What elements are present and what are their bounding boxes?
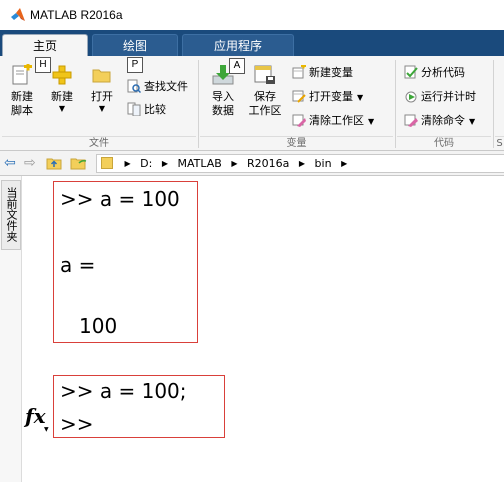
new-dropdown-arrow-icon: ▼ <box>58 104 66 113</box>
back-arrow-icon[interactable]: ⇦ <box>4 156 16 170</box>
folder-icon <box>101 157 113 169</box>
breadcrumb-matlab[interactable]: MATLAB <box>178 155 222 172</box>
clear-workspace-icon <box>292 113 306 127</box>
ribbon-toolbar: 新建 脚本 新建 ▼ 打开 ▼ 查找文件 比较 文件 导入 数据 保存 工作区 … <box>0 56 504 151</box>
run-and-time-label: 运行并计时 <box>421 90 476 103</box>
breadcrumb-separator-icon: ▶ <box>161 159 168 168</box>
analyze-code-label: 分析代码 <box>421 66 465 79</box>
browse-folder-icon[interactable] <box>70 155 88 173</box>
find-files-icon <box>127 79 142 94</box>
new-script-icon <box>10 62 34 86</box>
group-label-next: S <box>495 136 504 149</box>
breadcrumb-drive[interactable]: D: <box>140 155 152 172</box>
open-label: 打开 <box>91 90 113 103</box>
new-variable-label: 新建变量 <box>309 66 353 79</box>
open-variable-label: 打开变量 <box>309 90 353 103</box>
new-script-label: 新建 脚本 <box>11 90 33 117</box>
clear-workspace-label: 清除工作区 <box>309 114 364 127</box>
keytip-p: P <box>127 57 143 73</box>
tab-home[interactable]: 主页 <box>2 34 88 56</box>
open-dropdown-arrow-icon: ▼ <box>98 104 106 113</box>
run-and-time-icon <box>404 89 418 103</box>
ribbon-separator <box>395 60 396 148</box>
open-variable-icon <box>292 89 306 103</box>
find-files-button[interactable]: 查找文件 <box>127 78 188 96</box>
import-data-label: 导入 数据 <box>212 90 234 117</box>
title-bar: MATLAB R2016a <box>0 0 504 30</box>
breadcrumb-separator-icon: ▶ <box>124 159 131 168</box>
analyze-code-icon <box>404 65 418 79</box>
compare-icon <box>127 102 141 117</box>
save-workspace-button[interactable]: 保存 工作区 <box>246 64 284 118</box>
keytip-h: H <box>35 57 51 73</box>
tab-plots[interactable]: 绘图 <box>92 34 178 56</box>
group-label-variable: 变量 <box>200 136 393 150</box>
command-window-gutter <box>22 176 52 482</box>
breadcrumb-bin[interactable]: bin <box>315 155 332 172</box>
clear-commands-label: 清除命令 <box>421 114 465 127</box>
fx-dropdown-arrow-icon: ▼ <box>44 426 49 433</box>
breadcrumb-separator-icon: ▶ <box>231 159 238 168</box>
current-folder-tab[interactable]: 当前文件夹 <box>1 180 21 250</box>
analyze-code-button[interactable]: 分析代码 <box>404 64 465 82</box>
group-label-file: 文件 <box>2 136 196 150</box>
command-prompt[interactable]: >> <box>60 412 94 436</box>
folder-open-icon <box>90 64 114 86</box>
up-folder-icon[interactable] <box>46 155 62 173</box>
command-line: >> a = 100; <box>60 379 187 403</box>
breadcrumb-r2016a[interactable]: R2016a <box>247 155 289 172</box>
clear-workspace-button[interactable]: 清除工作区 ▼ <box>292 112 374 130</box>
open-button[interactable]: 打开 ▼ <box>86 64 118 114</box>
save-workspace-label: 保存 工作区 <box>248 90 282 117</box>
output-variable-name: a = <box>60 253 96 277</box>
output-value: 100 <box>79 314 118 338</box>
clear-commands-dropdown-arrow-icon: ▼ <box>469 117 476 126</box>
command-line: >> a = 100 <box>60 187 180 211</box>
breadcrumb[interactable]: ▶ D: ▶ MATLAB ▶ R2016a ▶ bin ▶ <box>96 154 504 173</box>
compare-label: 比较 <box>144 103 166 116</box>
collapsed-side-panel: 当前文件夹 <box>0 176 22 482</box>
function-browser-fx-icon[interactable]: fx <box>25 404 46 428</box>
new-label: 新建 <box>51 90 73 103</box>
current-folder-tab-label: 当前文件夹 <box>5 187 18 242</box>
compare-button[interactable]: 比较 <box>127 101 166 119</box>
breadcrumb-separator-icon: ▶ <box>298 159 306 168</box>
matlab-logo-icon <box>11 8 25 21</box>
find-files-label: 查找文件 <box>144 80 188 93</box>
open-variable-button[interactable]: 打开变量 ▼ <box>292 88 363 106</box>
keytip-a: A <box>229 58 245 74</box>
clear-commands-icon <box>404 113 418 127</box>
ribbon-tab-strip: 主页 绘图 应用程序 <box>0 30 504 56</box>
open-variable-dropdown-arrow-icon: ▼ <box>357 93 364 102</box>
clear-workspace-dropdown-arrow-icon: ▼ <box>368 117 375 126</box>
ribbon-separator <box>493 60 494 148</box>
breadcrumb-separator-icon: ▶ <box>341 159 348 168</box>
ribbon-separator <box>198 60 199 148</box>
command-window[interactable]: fx ▼ >> a = 100 a = 100 >> a = 100; >> <box>22 176 504 482</box>
new-plus-icon <box>50 64 74 86</box>
save-workspace-icon <box>253 64 277 86</box>
clear-commands-button[interactable]: 清除命令 ▼ <box>404 112 475 130</box>
window-title: MATLAB R2016a <box>30 8 123 22</box>
forward-arrow-icon[interactable]: ⇨ <box>24 156 36 170</box>
new-variable-button[interactable]: 新建变量 <box>292 63 353 82</box>
current-folder-bar: ⇦ ⇨ ▶ D: ▶ MATLAB ▶ R2016a ▶ bin ▶ <box>0 151 504 176</box>
new-variable-icon <box>292 63 306 79</box>
group-label-code: 代码 <box>397 136 491 150</box>
run-and-time-button[interactable]: 运行并计时 <box>404 88 476 106</box>
tab-apps[interactable]: 应用程序 <box>182 34 294 56</box>
